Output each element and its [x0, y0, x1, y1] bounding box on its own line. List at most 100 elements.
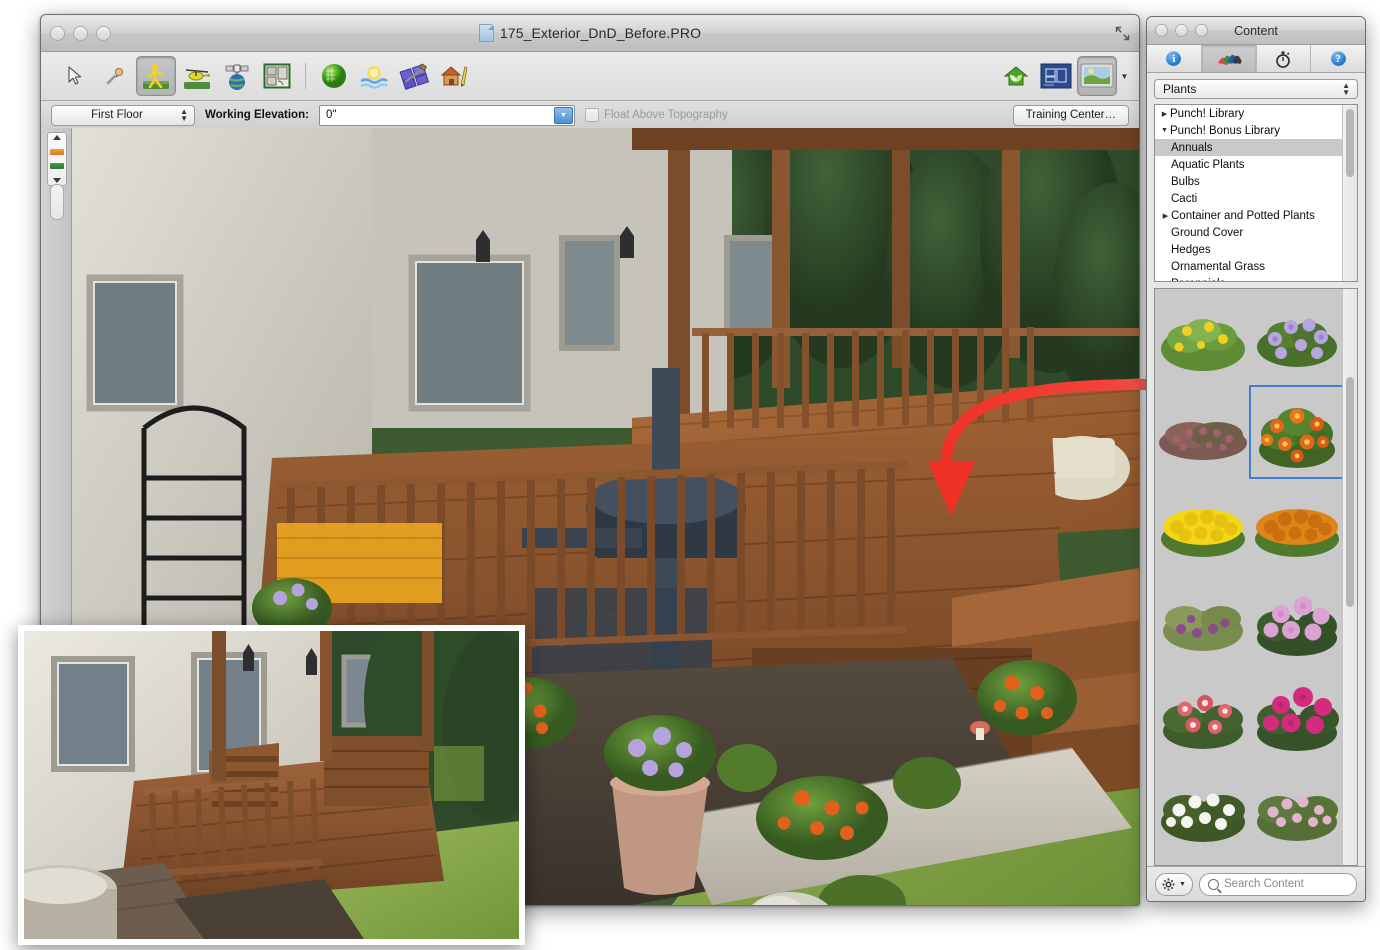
- triangle-down-icon[interactable]: [53, 178, 61, 183]
- eco-house-view-button[interactable]: [997, 57, 1035, 95]
- tree-item-punch-library[interactable]: ▶ Punch! Library: [1155, 105, 1343, 122]
- plant-thumb-pink-impatiens[interactable]: [1249, 573, 1345, 667]
- plant-thumb-yellow-low[interactable]: [1157, 291, 1249, 385]
- house-design-tool[interactable]: [435, 57, 473, 95]
- tree-item-ornamental-grass[interactable]: Ornamental Grass: [1155, 258, 1343, 275]
- close-button[interactable]: [50, 26, 65, 41]
- floor-selector[interactable]: First Floor ▲▼: [51, 105, 195, 126]
- helicopter-icon: [182, 61, 212, 91]
- training-center-label: Training Center…: [1026, 109, 1116, 121]
- tree-item-label: Annuals: [1171, 142, 1213, 154]
- training-center-button[interactable]: Training Center…: [1013, 105, 1129, 126]
- cursor-arrow-icon: [67, 66, 83, 86]
- main-toolbar: ▼: [41, 52, 1139, 101]
- eyedropper-tool[interactable]: [96, 57, 134, 95]
- render-3d-view-button[interactable]: [1077, 56, 1117, 96]
- tree-item-perennials[interactable]: Perennials: [1155, 275, 1343, 281]
- tree-item-label: Punch! Bonus Library: [1170, 125, 1280, 137]
- minimize-button[interactable]: [73, 26, 88, 41]
- library-tree[interactable]: ▶ Punch! Library ▼ Punch! Bonus Library …: [1155, 105, 1343, 281]
- chevron-right-icon[interactable]: ▶: [1159, 110, 1170, 118]
- elevation-slider[interactable]: [47, 132, 67, 186]
- float-above-topography-checkbox[interactable]: Float Above Topography: [585, 108, 728, 122]
- window-resize-grip[interactable]: [1125, 891, 1137, 903]
- toolbar-view-group: ▼: [996, 56, 1131, 96]
- blueprint-plan-icon: [1040, 63, 1072, 89]
- site-globe-tool[interactable]: [315, 57, 353, 95]
- checkbox-box[interactable]: [585, 108, 599, 122]
- chevron-down-icon[interactable]: ▼: [554, 107, 573, 124]
- sun-water-tool[interactable]: [355, 57, 393, 95]
- chevron-down-icon[interactable]: ▼: [1159, 127, 1170, 134]
- tree-item-container-potted-plants[interactable]: ▶ Container and Potted Plants: [1155, 207, 1343, 224]
- tree-item-punch-bonus-library[interactable]: ▼ Punch! Bonus Library: [1155, 122, 1343, 139]
- fullscreen-expand-icon[interactable]: [1112, 24, 1132, 42]
- tree-item-hedges[interactable]: Hedges: [1155, 241, 1343, 258]
- eyedropper-icon: [104, 65, 126, 87]
- stopwatch-icon: [1275, 50, 1291, 68]
- tree-scrollbar-thumb[interactable]: [1346, 109, 1354, 177]
- plant-thumb-yellow-mum[interactable]: [1157, 479, 1249, 573]
- blueprint-view-button[interactable]: [1037, 57, 1075, 95]
- triangle-up-icon[interactable]: [53, 135, 61, 140]
- tree-item-ground-cover[interactable]: Ground Cover: [1155, 224, 1343, 241]
- thumbnail-scrollbar[interactable]: [1342, 289, 1357, 865]
- solar-panel-icon: [399, 62, 429, 90]
- select-arrow-tool[interactable]: [56, 57, 94, 95]
- chevron-right-icon[interactable]: ▶: [1160, 212, 1171, 220]
- tree-item-aquatic-plants[interactable]: Aquatic Plants: [1155, 156, 1343, 173]
- plant-thumb-lavender-aster[interactable]: [1249, 291, 1345, 385]
- tab-history[interactable]: [1257, 45, 1312, 72]
- screenshot-root: 175_Exterior_DnD_Before.PRO: [0, 0, 1380, 950]
- content-titlebar[interactable]: Content: [1147, 17, 1365, 45]
- tree-item-bulbs[interactable]: Bulbs: [1155, 173, 1343, 190]
- flyover-tool[interactable]: [178, 57, 216, 95]
- thumbnail-grid[interactable]: [1155, 289, 1343, 865]
- inset-scene-render: [24, 631, 519, 939]
- tree-item-cacti[interactable]: Cacti: [1155, 190, 1343, 207]
- walkthrough-tool[interactable]: [136, 56, 176, 96]
- floorplan-icon: [262, 61, 292, 91]
- satellite-view-tool[interactable]: [218, 57, 256, 95]
- tree-item-label: Ornamental Grass: [1171, 261, 1265, 273]
- tab-materials[interactable]: [1202, 45, 1257, 72]
- plant-thumb-white-petunia[interactable]: [1157, 761, 1249, 855]
- elevation-track[interactable]: [50, 184, 64, 220]
- window-title-group: 175_Exterior_DnD_Before.PRO: [41, 15, 1139, 51]
- settings-gear-button[interactable]: ▼: [1155, 873, 1193, 896]
- tree-item-annuals[interactable]: Annuals: [1155, 139, 1343, 156]
- working-elevation-value: 0": [326, 109, 336, 121]
- chevron-down-icon[interactable]: ▼: [1179, 881, 1186, 888]
- plant-thumb-orange-gazania[interactable]: [1249, 385, 1345, 479]
- view-dropdown-button[interactable]: ▼: [1118, 57, 1131, 95]
- gear-icon: [1162, 878, 1175, 891]
- window-titlebar[interactable]: 175_Exterior_DnD_Before.PRO: [41, 15, 1139, 52]
- green-leaf-house-icon: [1001, 62, 1031, 90]
- plant-thumb-purple-small[interactable]: [1157, 573, 1249, 667]
- working-elevation-input[interactable]: 0" ▼: [319, 105, 575, 126]
- search-content-field[interactable]: Search Content: [1199, 873, 1357, 896]
- float-above-topography-label: Float Above Topography: [604, 109, 728, 121]
- plant-thumb-pale-pink-spray[interactable]: [1249, 761, 1345, 855]
- maximize-button[interactable]: [96, 26, 111, 41]
- content-category-label: Plants: [1163, 82, 1196, 96]
- document-icon: [479, 24, 494, 42]
- tree-item-label: Punch! Library: [1170, 108, 1244, 120]
- floorplan-view-tool[interactable]: [258, 57, 296, 95]
- content-category-popup[interactable]: Plants ▲▼: [1154, 79, 1358, 99]
- plant-thumb-magenta-impatiens[interactable]: [1249, 667, 1345, 761]
- magnifier-icon: [1208, 879, 1219, 890]
- tab-info[interactable]: i: [1147, 45, 1202, 72]
- plant-thumb-red-white-impatiens[interactable]: [1157, 667, 1249, 761]
- thumbnail-scrollbar-thumb[interactable]: [1346, 377, 1354, 607]
- tab-help[interactable]: ?: [1311, 45, 1365, 72]
- tree-scrollbar[interactable]: [1342, 105, 1357, 281]
- inset-render: [24, 631, 519, 939]
- window-controls[interactable]: [50, 26, 111, 41]
- solar-panels-tool[interactable]: [395, 57, 433, 95]
- toolbar-left-group: [55, 56, 474, 96]
- house-pencil-icon: [439, 62, 469, 90]
- content-window-title: Content: [1147, 24, 1365, 38]
- plant-thumb-orange-mum[interactable]: [1249, 479, 1345, 573]
- plant-thumb-mauve-carpet[interactable]: [1157, 385, 1249, 479]
